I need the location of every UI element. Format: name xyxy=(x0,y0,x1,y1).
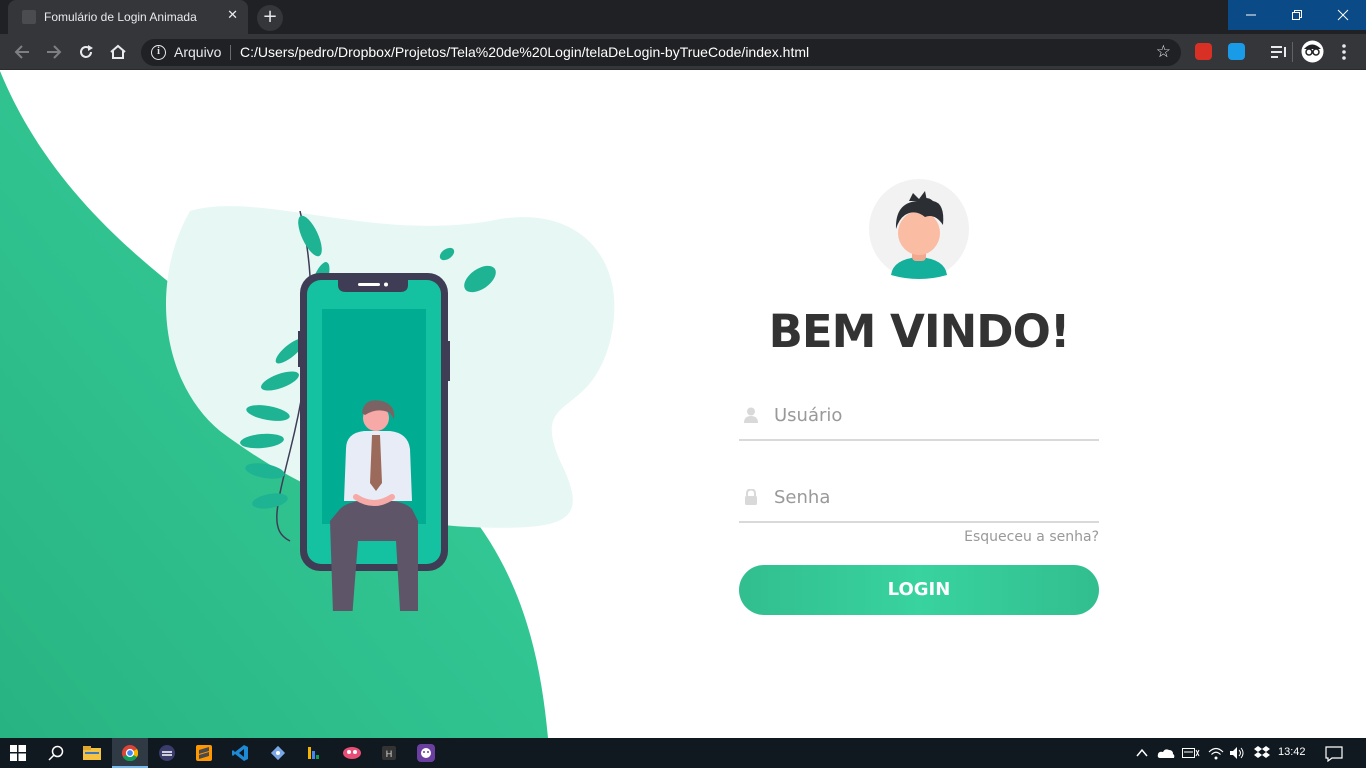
git-icon xyxy=(270,745,286,761)
address-bar[interactable]: i Arquivo C:/Users/pedro/Dropbox/Projeto… xyxy=(141,39,1181,66)
media-playlist-icon[interactable] xyxy=(1270,44,1288,60)
restore-icon xyxy=(1292,10,1302,20)
menu-kebab-icon[interactable] xyxy=(1338,43,1350,61)
phone-button xyxy=(447,341,450,381)
taskbar-app-git[interactable] xyxy=(260,738,296,768)
onedrive-icon[interactable] xyxy=(1157,747,1175,759)
tray-overflow-icon[interactable] xyxy=(1136,748,1148,758)
username-placeholder: Usuário xyxy=(774,405,843,426)
new-tab-button[interactable]: + xyxy=(257,5,283,31)
taskbar-app[interactable] xyxy=(149,738,185,768)
reload-button[interactable] xyxy=(75,41,97,63)
keyboard-layout-icon[interactable] xyxy=(1182,746,1200,760)
taskbar-search-button[interactable] xyxy=(38,738,74,768)
lock-icon xyxy=(745,489,757,505)
browser-titlebar: Fomulário de Login Animada ✕ + xyxy=(0,0,1366,34)
bookmark-star-icon[interactable]: ☆ xyxy=(1156,42,1171,62)
notification-center-icon[interactable] xyxy=(1325,746,1343,762)
taskbar-app-explorer[interactable] xyxy=(74,738,110,768)
start-button[interactable] xyxy=(0,738,36,768)
chrome-icon xyxy=(122,745,138,761)
extension-icon[interactable] xyxy=(1228,43,1245,60)
password-placeholder: Senha xyxy=(774,487,831,508)
url-text[interactable]: C:/Users/pedro/Dropbox/Projetos/Tela%20d… xyxy=(240,44,809,60)
restore-button[interactable] xyxy=(1274,0,1320,30)
address-separator xyxy=(230,45,231,60)
site-info-label: Arquivo xyxy=(174,44,222,60)
taskbar-app[interactable] xyxy=(408,738,444,768)
close-icon xyxy=(1337,9,1349,21)
illustration xyxy=(166,206,615,611)
username-field[interactable]: Usuário xyxy=(739,395,1099,441)
dropbox-icon[interactable] xyxy=(1254,745,1270,761)
minimize-icon xyxy=(1246,14,1256,16)
tab-title: Fomulário de Login Animada xyxy=(44,10,197,24)
taskbar-clock[interactable]: 13:42 xyxy=(1278,746,1306,758)
phone-button xyxy=(298,331,301,367)
site-info-icon[interactable]: i xyxy=(151,45,166,60)
taskbar-app-chrome[interactable] xyxy=(112,738,148,768)
password-field[interactable]: Senha xyxy=(739,477,1099,523)
taskbar-app[interactable] xyxy=(334,738,370,768)
search-icon xyxy=(48,745,64,761)
taskbar-app[interactable]: H xyxy=(371,738,407,768)
forward-button[interactable] xyxy=(43,41,65,63)
windows-taskbar: H 13:42 xyxy=(0,738,1366,768)
taskbar-app-vscode[interactable] xyxy=(222,738,258,768)
volume-icon[interactable] xyxy=(1229,746,1245,760)
sublime-icon xyxy=(196,745,212,761)
browser-toolbar: i Arquivo C:/Users/pedro/Dropbox/Projeto… xyxy=(0,34,1366,70)
file-explorer-icon xyxy=(83,746,101,760)
toolbar-separator xyxy=(1292,42,1293,62)
vscode-icon xyxy=(232,745,248,761)
browser-tab[interactable]: Fomulário de Login Animada ✕ xyxy=(8,0,248,34)
back-button[interactable] xyxy=(11,41,33,63)
svg-text:H: H xyxy=(386,749,393,759)
user-avatar xyxy=(869,179,969,279)
tab-favicon xyxy=(22,10,36,24)
minimize-button[interactable] xyxy=(1228,0,1274,30)
app-icon: H xyxy=(382,746,396,760)
tab-close-icon[interactable]: ✕ xyxy=(227,8,238,23)
close-window-button[interactable] xyxy=(1320,0,1366,30)
profile-avatar[interactable] xyxy=(1301,40,1324,63)
login-button[interactable]: LOGIN xyxy=(739,565,1099,615)
forward-arrow-icon xyxy=(47,45,62,59)
app-icon xyxy=(159,745,175,761)
phone-speaker xyxy=(358,283,380,286)
back-arrow-icon xyxy=(14,45,29,59)
welcome-title: BEM VINDO! xyxy=(768,305,1071,358)
app-icon xyxy=(343,747,361,759)
user-icon xyxy=(744,407,758,423)
home-button[interactable] xyxy=(107,41,129,63)
home-icon xyxy=(110,44,126,59)
extension-icon[interactable] xyxy=(1195,43,1212,60)
windows-start-icon xyxy=(10,745,26,761)
taskbar-app[interactable] xyxy=(296,738,332,768)
app-icon xyxy=(308,747,319,759)
reload-icon xyxy=(80,45,93,58)
phone-camera xyxy=(384,282,388,287)
taskbar-app-sublime[interactable] xyxy=(186,738,222,768)
wifi-icon[interactable] xyxy=(1208,746,1224,760)
forgot-password-link[interactable]: Esqueceu a senha? xyxy=(964,529,1099,545)
login-page: BEM VINDO! Usuário Senha Esqueceu a senh… xyxy=(0,71,1366,738)
app-icon xyxy=(417,744,435,762)
